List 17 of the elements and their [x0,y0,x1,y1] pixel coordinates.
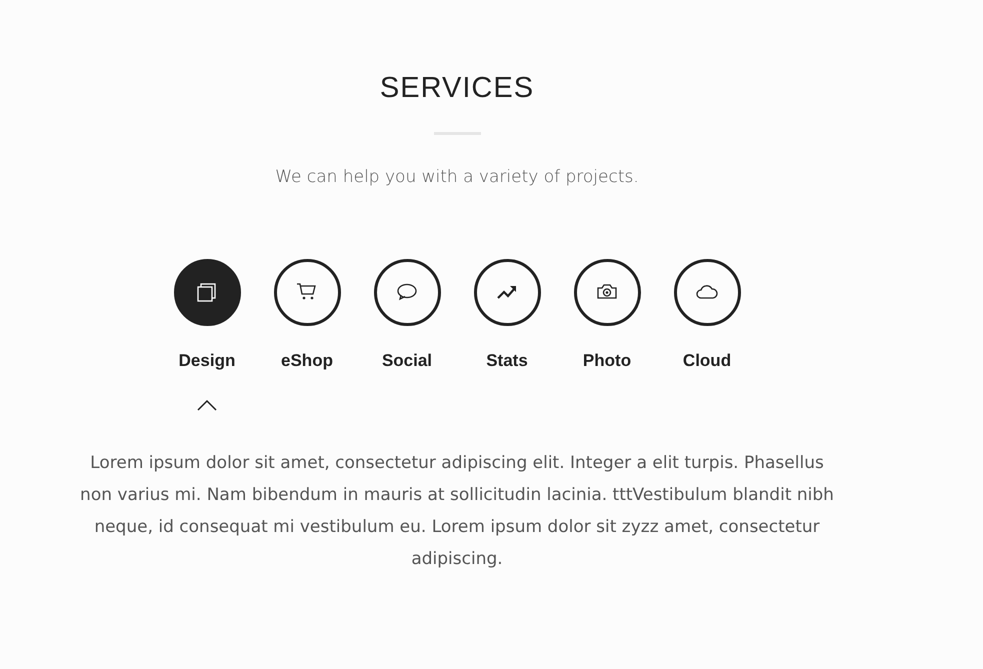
speech-bubble-icon [396,281,418,303]
section-title: SERVICES [380,71,534,106]
service-tab[interactable] [574,258,640,326]
tab-label: Stats [486,350,528,372]
tab-label: eShop [281,350,333,372]
tab-label: Cloud [682,350,732,372]
tab-label: Design [178,350,236,372]
caret-icon [197,399,217,411]
service-tab[interactable] [374,258,440,326]
tab-label: Photo [582,350,632,372]
service-tab[interactable] [674,258,740,326]
section-subtitle: We can help you with a variety of projects. [275,166,639,189]
service-tab[interactable] [274,258,340,326]
service-tab[interactable] [474,258,540,326]
layers-icon [196,281,218,303]
service-description: Lorem ipsum dolor sit amet, consectetur adipiscing elit. Integer a elit turpis. Phasellus non varius mi. Nam bibendum in mauris at sollicitudin lacinia. tttVestibulum blandit nibh neque, id consequat mi vestibulum eu. Lorem ipsum dolor sit zyzz amet, consectetur adipiscing. [79,452,835,571]
tab-label: Social [382,350,432,372]
